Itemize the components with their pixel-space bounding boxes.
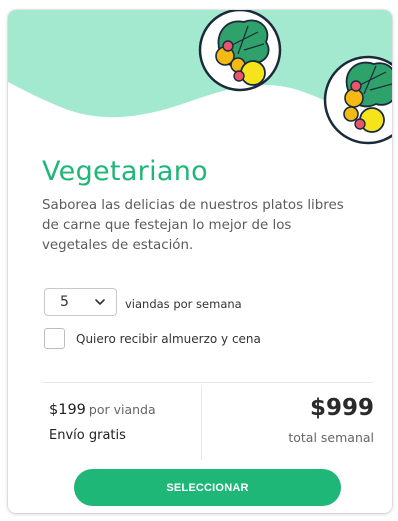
hero-illustration [8, 10, 392, 160]
meals-per-week-select[interactable]: 5 [44, 288, 117, 316]
chevron-down-icon [95, 299, 105, 305]
price-per-meal: $199 por vianda [49, 401, 156, 419]
price-per-meal-amount: $199 [49, 402, 86, 418]
plan-card: Vegetariano Saborea las delicias de nues… [8, 10, 392, 513]
weekly-total-label: total semanal [288, 430, 374, 445]
price-per-meal-unit: por vianda [88, 402, 156, 417]
meals-select-suffix: viandas por semana [125, 297, 242, 311]
plan-description: Saborea las delicias de nuestros platos … [42, 198, 344, 253]
shipping-note: Envío gratis [49, 428, 126, 443]
lunch-dinner-checkbox[interactable] [44, 328, 65, 349]
weekly-total-amount: $999 [309, 395, 374, 421]
meals-select-value: 5 [60, 294, 69, 310]
lunch-dinner-label[interactable]: Quiero recibir almuerzo y cena [76, 332, 261, 346]
salad-bowl-icon [198, 10, 282, 92]
vertical-divider [201, 386, 202, 460]
plan-title: Vegetariano [42, 156, 208, 187]
divider [42, 382, 373, 383]
select-plan-button[interactable]: SELECCIONAR [74, 469, 341, 506]
